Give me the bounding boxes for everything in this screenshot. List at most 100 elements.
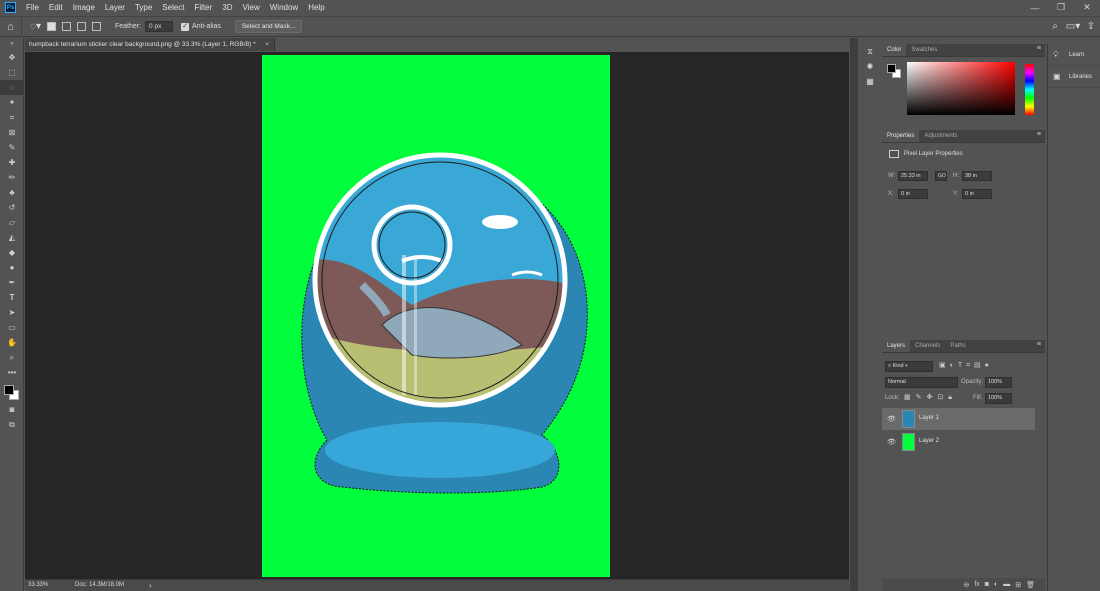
paint-bucket-tool-icon[interactable]: ◭: [0, 230, 24, 245]
menu-filter[interactable]: Filter: [190, 0, 218, 15]
status-expand-icon[interactable]: ›: [149, 580, 152, 591]
lasso-tool-icon[interactable]: ◌: [0, 80, 24, 95]
pen-tool-icon[interactable]: ✒: [0, 275, 24, 290]
zoom-tool-icon[interactable]: ⌕: [0, 350, 24, 365]
learn-panel-button[interactable]: 💡︎ Learn: [1048, 44, 1100, 66]
blend-mode-select[interactable]: Normal: [885, 377, 958, 388]
color-swatches[interactable]: [0, 380, 24, 402]
fill-input[interactable]: 100%: [985, 393, 1012, 404]
zoom-level[interactable]: 33.33%: [28, 580, 48, 591]
menu-file[interactable]: File: [21, 0, 44, 15]
menu-select[interactable]: Select: [157, 0, 189, 15]
path-selection-tool-icon[interactable]: ➤: [0, 305, 24, 320]
move-tool-icon[interactable]: ✥: [0, 50, 24, 65]
layer-filter-icons[interactable]: ▣◐T⌗▤●: [939, 361, 993, 370]
adjustment-layer-icon[interactable]: ◐: [994, 581, 998, 588]
lasso-tool-preset-icon[interactable]: ◌▾: [30, 21, 41, 32]
intersect-selection-icon[interactable]: [91, 22, 101, 31]
new-group-icon[interactable]: ▬: [1003, 581, 1010, 588]
tab-color[interactable]: Color: [882, 44, 907, 56]
foreground-color-swatch[interactable]: [4, 385, 14, 395]
document-canvas[interactable]: [262, 55, 610, 577]
link-layers-icon[interactable]: ⊖: [963, 581, 969, 589]
layer-row-2[interactable]: 👁︎ Layer 2: [882, 431, 1035, 453]
blur-tool-icon[interactable]: ◆: [0, 245, 24, 260]
share-icon[interactable]: ⇪: [1082, 21, 1100, 32]
clone-source-icon[interactable]: ▦: [859, 74, 881, 89]
layer-name[interactable]: Layer 2: [919, 438, 939, 444]
anti-alias-checkbox[interactable]: ✓: [181, 22, 190, 31]
add-mask-icon[interactable]: ◙: [985, 581, 989, 588]
menu-type[interactable]: Type: [130, 0, 157, 15]
maximize-button[interactable]: ❐: [1048, 2, 1074, 13]
opacity-input[interactable]: 100%: [985, 377, 1012, 388]
layer-row-1[interactable]: 👁︎ Layer 1: [882, 408, 1035, 430]
x-input[interactable]: 0 in: [898, 189, 928, 199]
workspace-icon[interactable]: ▭▾: [1064, 21, 1082, 32]
hue-slider[interactable]: [1025, 64, 1034, 115]
brush-settings-icon[interactable]: ✺: [859, 59, 881, 74]
dodge-tool-icon[interactable]: ●: [0, 260, 24, 275]
clone-stamp-tool-icon[interactable]: ♣: [0, 185, 24, 200]
menu-view[interactable]: View: [238, 0, 265, 15]
layer-filter-select[interactable]: ⌕ Kind ▾: [885, 361, 933, 372]
brush-tool-icon[interactable]: ✏: [0, 170, 24, 185]
visibility-eye-icon[interactable]: 👁︎: [887, 415, 896, 423]
tab-swatches[interactable]: Swatches: [906, 44, 942, 56]
delete-layer-icon[interactable]: 🗑︎: [1026, 581, 1035, 589]
add-selection-icon[interactable]: [61, 22, 71, 31]
document-tab[interactable]: humpback terrarium sticker clear backgro…: [25, 38, 275, 51]
hand-tool-icon[interactable]: ✋: [0, 335, 24, 350]
new-layer-icon[interactable]: ⊞: [1015, 581, 1021, 589]
frame-tool-icon[interactable]: ⊠: [0, 125, 24, 140]
feather-input[interactable]: 0 px: [145, 21, 174, 32]
type-tool-icon[interactable]: T: [0, 290, 24, 305]
subtract-selection-icon[interactable]: [76, 22, 86, 31]
width-input[interactable]: 25.33 in: [898, 171, 928, 181]
panel-menu-icon[interactable]: ≡: [1037, 131, 1041, 138]
link-dimensions-icon[interactable]: GO: [935, 171, 947, 181]
close-document-icon[interactable]: ×: [265, 38, 269, 51]
search-icon[interactable]: ⌕: [1046, 21, 1064, 32]
history-panel-icon[interactable]: ⧖: [859, 44, 881, 59]
height-input[interactable]: 38 in: [962, 171, 992, 181]
select-and-mask-button[interactable]: Select and Mask...: [234, 20, 303, 33]
menu-3d[interactable]: 3D: [217, 0, 237, 15]
panel-menu-icon[interactable]: ≡: [1037, 341, 1041, 348]
edit-toolbar-icon[interactable]: •••: [0, 365, 24, 380]
screen-mode-icon[interactable]: ⧉: [0, 417, 24, 432]
layer-name[interactable]: Layer 1: [919, 415, 939, 421]
home-icon[interactable]: ⌂: [0, 16, 22, 37]
minimize-button[interactable]: —: [1022, 3, 1048, 13]
new-selection-icon[interactable]: [46, 22, 56, 31]
rectangle-tool-icon[interactable]: ▭: [0, 320, 24, 335]
lock-icons[interactable]: ▦✎✥⊡🔒︎: [904, 393, 957, 402]
history-brush-tool-icon[interactable]: ↺: [0, 200, 24, 215]
panel-menu-icon[interactable]: ≡: [1037, 45, 1041, 52]
eyedropper-tool-icon[interactable]: ✎: [0, 140, 24, 155]
menu-layer[interactable]: Layer: [100, 0, 130, 15]
layer-style-icon[interactable]: fx: [974, 581, 979, 588]
menu-help[interactable]: Help: [303, 0, 329, 15]
tab-channels[interactable]: Channels: [910, 340, 945, 352]
tab-layers[interactable]: Layers: [882, 340, 911, 352]
tab-paths[interactable]: Paths: [945, 340, 970, 352]
tab-adjustments[interactable]: Adjustments: [919, 130, 962, 142]
eraser-tool-icon[interactable]: ▱: [0, 215, 24, 230]
color-field[interactable]: [907, 62, 1015, 115]
visibility-eye-icon[interactable]: 👁︎: [887, 438, 896, 446]
menu-edit[interactable]: Edit: [44, 0, 68, 15]
close-window-button[interactable]: ✕: [1074, 2, 1100, 13]
collapse-toolbar-icon[interactable]: »: [0, 38, 24, 50]
y-input[interactable]: 0 in: [962, 189, 992, 199]
marquee-tool-icon[interactable]: ⬚: [0, 65, 24, 80]
libraries-panel-button[interactable]: ▣ Libraries: [1048, 66, 1100, 88]
foreground-color-chip[interactable]: [887, 64, 896, 73]
menu-window[interactable]: Window: [265, 0, 303, 15]
menu-image[interactable]: Image: [68, 0, 100, 15]
tab-properties[interactable]: Properties: [882, 130, 920, 142]
quick-mask-icon[interactable]: ◙: [0, 402, 24, 417]
magic-wand-tool-icon[interactable]: ✦: [0, 95, 24, 110]
crop-tool-icon[interactable]: ⌗: [0, 110, 24, 125]
healing-brush-tool-icon[interactable]: ✚: [0, 155, 24, 170]
